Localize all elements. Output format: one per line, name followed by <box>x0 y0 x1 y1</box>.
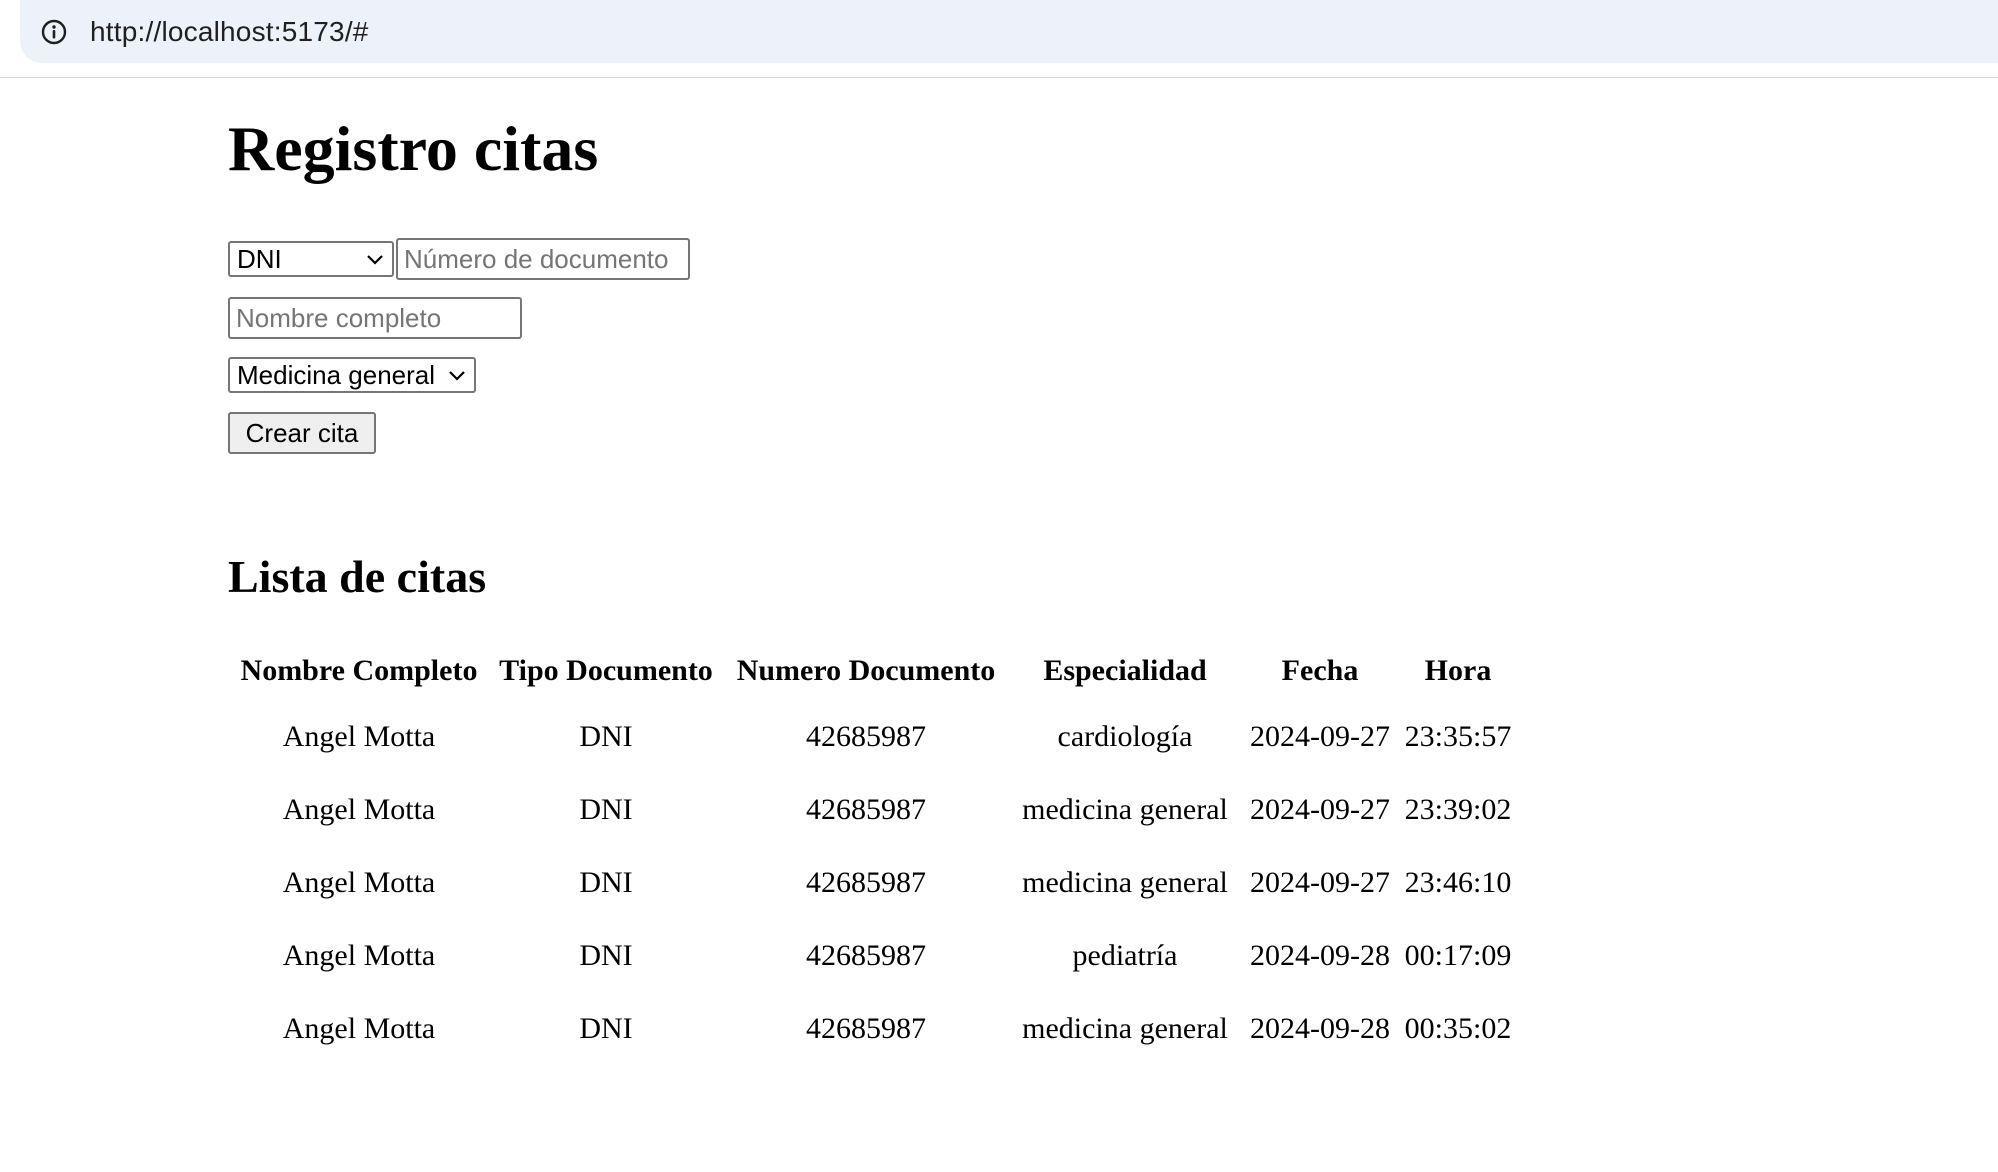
table-row: Angel Motta DNI 42685987 cardiología 202… <box>232 700 1516 773</box>
page-title: Registro citas <box>228 113 599 184</box>
browser-toolbar: http://localhost:5173/# <box>0 0 1998 78</box>
document-type-select[interactable]: DNI <box>228 241 394 277</box>
table-row: Angel Motta DNI 42685987 pediatría 2024-… <box>232 919 1516 992</box>
document-number-input[interactable] <box>396 238 690 280</box>
info-icon[interactable] <box>40 18 68 46</box>
cell-specialty: pediatría <box>1072 938 1178 972</box>
cell-time: 00:35:02 <box>1404 1011 1512 1045</box>
specialty-select[interactable]: Medicina general <box>228 357 476 393</box>
cell-specialty: medicina general <box>1022 1011 1228 1045</box>
column-header-full-name: Nombre Completo <box>240 654 478 687</box>
document-type-value: DNI <box>237 243 282 274</box>
cell-date: 2024-09-27 <box>1250 865 1390 899</box>
table-row: Angel Motta DNI 42685987 medicina genera… <box>232 773 1516 846</box>
cell-full-name: Angel Motta <box>282 792 436 826</box>
cell-full-name: Angel Motta <box>282 1011 436 1045</box>
cell-full-name: Angel Motta <box>282 719 436 753</box>
cell-time: 23:35:57 <box>1404 719 1512 753</box>
cell-date: 2024-09-27 <box>1250 719 1390 753</box>
cell-date: 2024-09-28 <box>1250 938 1390 972</box>
name-row <box>228 297 522 339</box>
cell-full-name: Angel Motta <box>282 865 436 899</box>
cell-document-type: DNI <box>579 938 633 972</box>
cell-date: 2024-09-28 <box>1250 1011 1390 1045</box>
cell-time: 23:39:02 <box>1404 792 1512 826</box>
full-name-input[interactable] <box>228 297 522 339</box>
appointments-table: Nombre Completo Tipo Documento Numero Do… <box>228 642 1520 1065</box>
specialty-row: Medicina general <box>228 357 476 393</box>
table-row: Angel Motta DNI 42685987 medicina genera… <box>232 846 1516 919</box>
table-header-row: Nombre Completo Tipo Documento Numero Do… <box>232 642 1516 700</box>
list-title: Lista de citas <box>228 551 487 602</box>
url-text[interactable]: http://localhost:5173/# <box>90 16 369 48</box>
cell-specialty: cardiología <box>1057 719 1193 753</box>
cell-time: 23:46:10 <box>1404 865 1512 899</box>
create-appointment-button[interactable]: Crear cita <box>228 412 376 454</box>
cell-time: 00:17:09 <box>1404 938 1512 972</box>
cell-document-number: 42685987 <box>806 719 926 753</box>
cell-date: 2024-09-27 <box>1250 792 1390 826</box>
cell-document-number: 42685987 <box>806 792 926 826</box>
cell-full-name: Angel Motta <box>282 938 436 972</box>
column-header-date: Fecha <box>1281 654 1359 687</box>
cell-document-type: DNI <box>579 865 633 899</box>
chevron-down-icon <box>449 371 465 381</box>
cell-document-number: 42685987 <box>806 938 926 972</box>
document-row: DNI <box>228 238 690 280</box>
column-header-time: Hora <box>1424 654 1492 687</box>
column-header-specialty: Especialidad <box>1043 654 1207 687</box>
chevron-down-icon <box>367 255 383 265</box>
cell-specialty: medicina general <box>1022 865 1228 899</box>
cell-specialty: medicina general <box>1022 792 1228 826</box>
specialty-value: Medicina general <box>237 359 436 390</box>
cell-document-type: DNI <box>579 792 633 826</box>
cell-document-type: DNI <box>579 1011 633 1045</box>
column-header-document-type: Tipo Documento <box>499 654 713 687</box>
cell-document-number: 42685987 <box>806 865 926 899</box>
cell-document-number: 42685987 <box>806 1011 926 1045</box>
column-header-document-number: Numero Documento <box>736 654 996 687</box>
cell-document-type: DNI <box>579 719 633 753</box>
submit-row: Crear cita <box>228 412 376 454</box>
address-bar[interactable]: http://localhost:5173/# <box>20 0 1998 63</box>
table-row: Angel Motta DNI 42685987 medicina genera… <box>232 992 1516 1065</box>
